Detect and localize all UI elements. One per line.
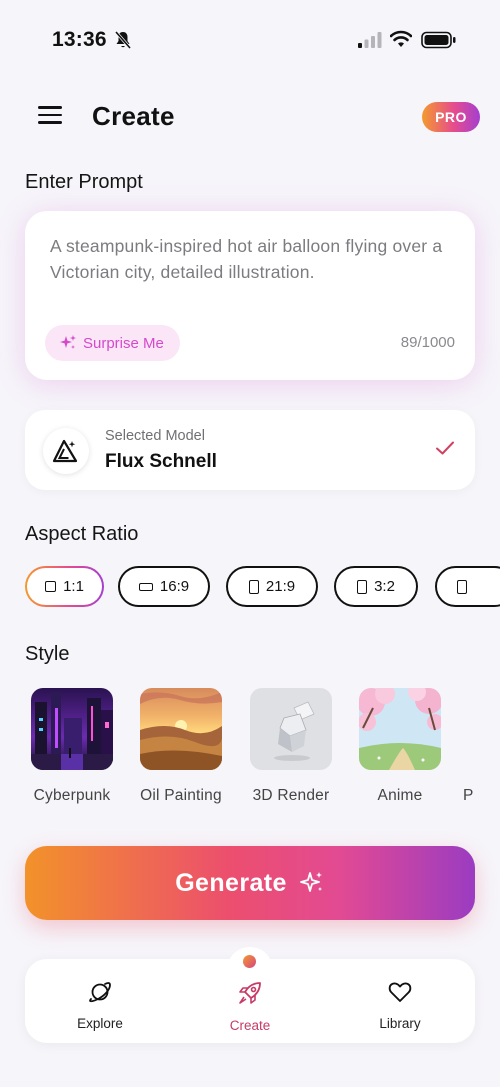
style-label: P xyxy=(463,787,474,804)
aspect-chip-label: 3:2 xyxy=(374,578,395,595)
style-section-label: Style xyxy=(25,643,70,665)
aspect-chip-3-2[interactable]: 3:2 xyxy=(334,566,418,607)
aspect-chip-label: 1:1 xyxy=(63,578,84,595)
aspect-chip-16-9[interactable]: 16:9 xyxy=(118,566,210,607)
nav-label: Explore xyxy=(77,1016,123,1031)
aspect-chip-more[interactable] xyxy=(435,566,500,607)
planet-icon xyxy=(89,982,111,1003)
aspect-chip-label: 16:9 xyxy=(159,578,190,595)
nav-label: Library xyxy=(379,1016,421,1031)
nav-item-create[interactable]: Create xyxy=(190,979,310,1033)
style-label: Anime xyxy=(377,787,423,804)
model-logo-icon xyxy=(43,428,89,474)
style-item-more[interactable]: P xyxy=(455,688,500,805)
style-label: 3D Render xyxy=(252,787,330,804)
portrait-ratio-icon xyxy=(457,579,467,594)
sparkle-icon xyxy=(299,872,322,892)
nav-item-explore[interactable]: Explore xyxy=(40,979,160,1031)
3d-render-thumbnail xyxy=(250,688,332,770)
aspect-ratio-chips: 1:1 16:9 21:9 3:2 xyxy=(25,566,500,608)
character-counter: 89/1000 xyxy=(400,334,455,351)
surprise-me-label: Surprise Me xyxy=(83,334,164,352)
heart-icon xyxy=(388,982,412,1002)
aspect-chip-1-1[interactable]: 1:1 xyxy=(25,566,104,607)
model-caption: Selected Model xyxy=(105,428,205,444)
model-selector[interactable]: Selected Model Flux Schnell xyxy=(25,410,475,490)
surprise-me-button[interactable]: Surprise Me xyxy=(45,325,180,361)
prompt-section-label: Enter Prompt xyxy=(25,171,143,193)
rocket-icon xyxy=(239,982,261,1004)
check-icon xyxy=(436,441,454,455)
style-item-cyberpunk[interactable]: Cyberpunk xyxy=(17,688,127,805)
style-item-3d-render[interactable]: 3D Render xyxy=(236,688,346,805)
model-name: Flux Schnell xyxy=(105,451,217,472)
style-carousel: Cyberpunk Oil Painting 3D Render Anime P xyxy=(0,688,500,818)
style-item-anime[interactable]: Anime xyxy=(345,688,455,805)
aspect-ratio-section-label: Aspect Ratio xyxy=(25,523,139,545)
status-bar: 13:36 xyxy=(0,0,500,80)
square-ratio-icon xyxy=(45,581,57,592)
style-item-oil-painting[interactable]: Oil Painting xyxy=(126,688,236,805)
signal-icon xyxy=(358,32,382,48)
bell-muted-icon xyxy=(114,31,132,49)
portrait-ratio-icon xyxy=(357,579,368,594)
aspect-chip-label: 21:9 xyxy=(265,578,296,595)
battery-icon xyxy=(421,31,456,49)
sparkle-icon xyxy=(60,335,76,349)
prompt-card: A steampunk-inspired hot air balloon fly… xyxy=(25,211,475,380)
pro-badge[interactable]: PRO xyxy=(422,102,480,132)
page-title: Create xyxy=(92,101,175,131)
style-label: Cyberpunk xyxy=(33,787,111,804)
anime-thumbnail xyxy=(359,688,441,770)
status-time: 13:36 xyxy=(52,28,107,51)
prompt-input[interactable]: A steampunk-inspired hot air balloon fly… xyxy=(50,233,450,285)
bottom-navigation: Explore Create Library xyxy=(25,947,475,1043)
active-indicator-dot xyxy=(243,955,256,968)
oil-painting-thumbnail xyxy=(140,688,222,770)
cyberpunk-thumbnail xyxy=(31,688,113,770)
generate-label: Generate xyxy=(175,868,287,897)
portrait-ratio-icon xyxy=(248,579,259,594)
menu-icon[interactable] xyxy=(38,106,62,128)
nav-item-library[interactable]: Library xyxy=(340,979,460,1031)
nav-label: Create xyxy=(229,1018,271,1033)
generate-button[interactable]: Generate xyxy=(25,846,475,920)
wifi-icon xyxy=(390,30,412,47)
aspect-chip-21-9[interactable]: 21:9 xyxy=(226,566,318,607)
landscape-ratio-icon xyxy=(138,582,153,591)
style-label: Oil Painting xyxy=(140,787,222,804)
